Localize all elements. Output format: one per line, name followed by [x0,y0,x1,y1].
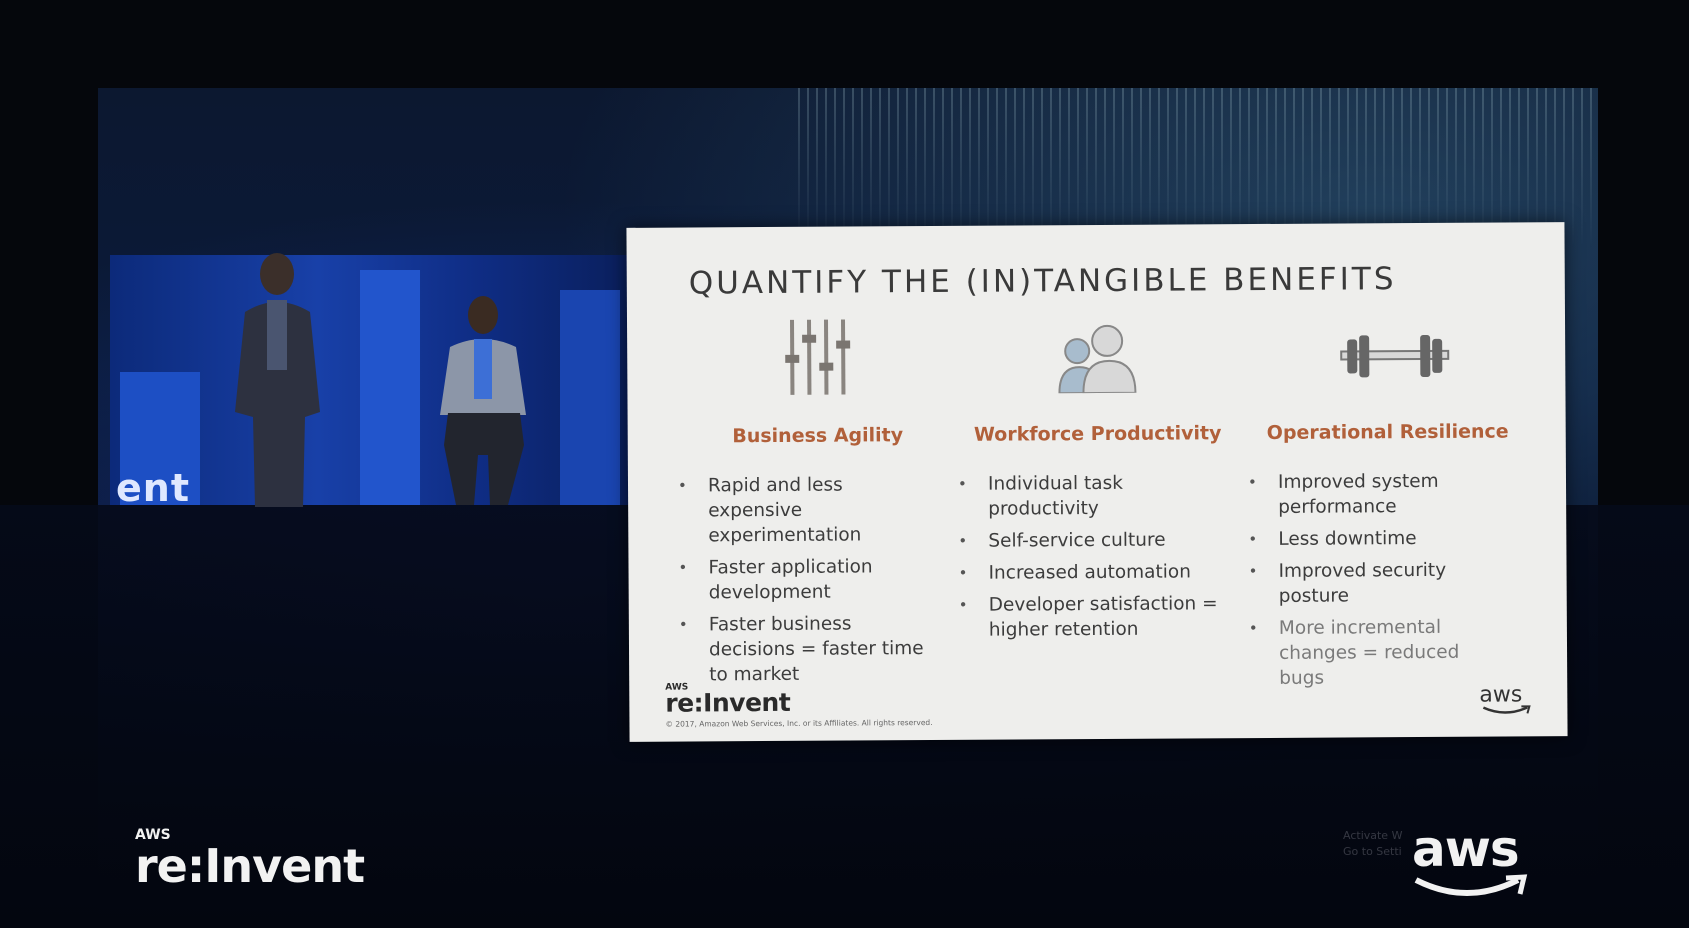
stage-blue-panel [360,270,420,505]
list-item: • Self-service culture [958,527,1218,554]
stage-blue-panel [560,290,620,505]
list-item: • Increased automation [958,559,1218,586]
list-item: • Developer satisfaction = higher retenti… [958,593,1218,641]
list-item: • More incremental changes = reduced bugs [1248,616,1460,689]
bullet-list: • Rapid and less expensive experimentatio… [678,472,939,695]
slide-aws-logo: aws [1479,682,1531,714]
presenter-standing [235,253,320,507]
bullet-icon: • [1248,619,1258,638]
people-icon [1058,324,1137,394]
bullet-list: • Individual task productivity • Self-serv… [958,470,1219,650]
list-item: • Faster application development [678,556,873,604]
stage-backdrop-text: ent [116,466,190,510]
list-item: • Individual task productivity [957,472,1123,520]
sliders-icon [785,319,851,395]
bullet-icon: • [958,595,968,614]
slide-title: QUANTIFY THE (IN)TANGIBLE BENEFITS [688,261,1397,302]
barbell-icon [1340,334,1450,378]
presenter-seated [440,296,526,505]
list-item: • Rapid and less expensive experimentatio… [677,474,862,547]
bullet-icon: • [1248,562,1258,581]
list-item: • Faster business decisions = faster time… [678,613,924,686]
aws-smile-icon [1414,874,1528,896]
bullet-icon: • [678,558,688,577]
benefit-column-workforce-productivity: Workforce Productivity • Individual task … [957,312,1237,641]
aws-smile-icon [1482,705,1531,714]
column-heading: Workforce Productivity [973,422,1222,446]
bullet-icon: • [958,531,968,550]
column-heading: Business Agility [732,424,904,448]
presentation-slide: QUANTIFY THE (IN)TANGIBLE BENEFITS Busin… [626,222,1568,742]
benefit-column-business-agility: Business Agility • Rapid and less expensi… [677,314,957,685]
bullet-icon: • [958,563,968,582]
list-item: • Improved security posture [1248,559,1447,607]
bullet-icon: • [957,474,967,493]
list-item: • Improved system performance [1247,470,1439,518]
benefit-column-operational-resilience: Operational Resilience • Improved system … [1247,310,1527,689]
aws-logo: aws [1412,820,1528,896]
bullet-icon: • [1247,473,1257,492]
bullet-icon: • [1248,530,1258,549]
windows-activation-overlay: Activate W Go to Setti [1343,829,1403,858]
bullet-list: • Improved system performance • Less downt… [1248,468,1509,698]
column-heading: Operational Resilience [1266,420,1509,444]
bullet-icon: • [678,615,688,634]
bullet-icon: • [677,476,687,495]
list-item: • Less downtime [1248,525,1508,552]
slide-copyright: © 2017, Amazon Web Services, Inc. or its… [665,718,933,729]
